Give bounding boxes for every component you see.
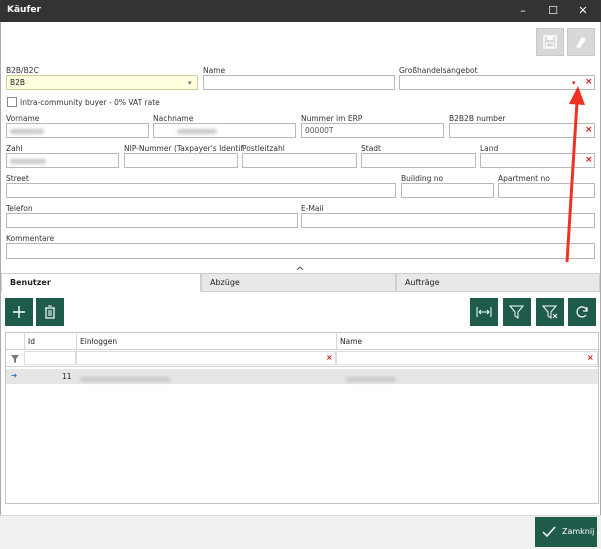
filter-id-input[interactable] bbox=[24, 351, 76, 365]
row-login-cell bbox=[80, 374, 170, 383]
wholesale-select[interactable] bbox=[399, 75, 595, 90]
minimize-button[interactable]: – bbox=[510, 2, 536, 20]
intra-community-checkbox[interactable] bbox=[7, 97, 17, 107]
grid-header: Id Einloggen Name bbox=[6, 333, 598, 350]
refresh-button[interactable] bbox=[568, 298, 596, 326]
splitter[interactable] bbox=[1, 264, 600, 272]
table-row[interactable]: ➔ 11 bbox=[6, 369, 598, 384]
chevron-up-icon bbox=[296, 266, 304, 271]
nachname-input[interactable] bbox=[153, 123, 296, 138]
tab-auftraege[interactable]: Aufträge bbox=[396, 273, 600, 292]
land-clear-icon[interactable]: × bbox=[585, 155, 593, 165]
filter-row-icon bbox=[11, 355, 19, 363]
filter-name-input[interactable] bbox=[336, 351, 598, 365]
trash-icon bbox=[45, 305, 55, 319]
apartment-input[interactable] bbox=[498, 183, 595, 198]
wholesale-dropdown-icon[interactable]: ▾ bbox=[572, 79, 576, 87]
column-header-login[interactable]: Einloggen bbox=[80, 337, 117, 346]
land-select[interactable] bbox=[480, 153, 595, 168]
b2b-select[interactable]: B2B bbox=[6, 75, 198, 90]
column-header-name[interactable]: Name bbox=[340, 337, 362, 346]
close-dialog-label: Zamknij bbox=[562, 527, 595, 536]
column-header-id[interactable]: Id bbox=[28, 337, 35, 346]
window-title: Käufer bbox=[7, 5, 41, 15]
row-id-cell: 11 bbox=[62, 372, 72, 381]
clear-form-button[interactable] bbox=[567, 28, 595, 56]
tab-abzuege[interactable]: Abzüge bbox=[201, 273, 396, 292]
email-input[interactable] bbox=[301, 213, 595, 228]
street-label: Street bbox=[6, 174, 29, 183]
refresh-icon bbox=[576, 306, 588, 318]
plus-icon bbox=[13, 306, 25, 318]
filter-login-input[interactable] bbox=[76, 351, 336, 365]
apartment-label: Apartment no bbox=[498, 174, 550, 183]
tab-auftraege-label: Aufträge bbox=[405, 278, 440, 287]
plz-input[interactable] bbox=[242, 153, 357, 168]
filter-icon bbox=[508, 305, 525, 319]
title-bar: Käufer – ☐ ✕ bbox=[0, 0, 601, 22]
clear-filter-button[interactable] bbox=[536, 298, 564, 326]
b2b2b-clear-icon[interactable]: × bbox=[585, 125, 593, 135]
stadt-input[interactable] bbox=[361, 153, 476, 168]
close-dialog-button[interactable]: Zamknij bbox=[535, 517, 597, 547]
filter-button[interactable] bbox=[503, 298, 531, 326]
dialog-body: B2B/B2C B2B ▾ Name Großhandelsangebot ▾ … bbox=[0, 22, 601, 549]
erp-value: 00000T bbox=[305, 126, 334, 135]
land-label: Land bbox=[480, 144, 499, 153]
close-button[interactable]: ✕ bbox=[570, 2, 596, 20]
zahl-label: Zahl bbox=[6, 144, 23, 153]
fit-columns-button[interactable] bbox=[470, 298, 498, 326]
clear-filter-icon bbox=[541, 305, 558, 319]
tab-benutzer-label: Benutzer bbox=[10, 278, 51, 287]
fit-columns-icon bbox=[476, 307, 492, 317]
stadt-label: Stadt bbox=[361, 144, 381, 153]
checkmark-icon bbox=[542, 526, 556, 538]
plz-label: Postleitzahl bbox=[242, 144, 285, 153]
wholesale-label: Großhandelsangebot bbox=[399, 66, 478, 75]
maximize-button[interactable]: ☐ bbox=[540, 2, 566, 20]
building-input[interactable] bbox=[401, 183, 494, 198]
current-row-arrow-icon: ➔ bbox=[11, 371, 18, 380]
kommentare-label: Kommentare bbox=[6, 234, 55, 243]
email-label: E-Mail bbox=[301, 204, 324, 213]
b2b2b-input[interactable] bbox=[449, 123, 595, 138]
grid-filter-row: × × bbox=[6, 350, 598, 367]
kommentare-input[interactable] bbox=[6, 243, 595, 259]
nip-label: NIP-Nummer (Taxpayer's Identif bbox=[124, 144, 244, 153]
name-label: Name bbox=[203, 66, 226, 75]
b2b-label: B2B/B2C bbox=[6, 66, 39, 75]
footer bbox=[0, 515, 601, 549]
intra-community-label: Intra-community buyer - 0% VAT rate bbox=[20, 98, 160, 107]
row-name-cell bbox=[346, 374, 396, 383]
vorname-label: Vorname bbox=[6, 114, 40, 123]
name-input[interactable] bbox=[203, 75, 395, 90]
tab-benutzer[interactable]: Benutzer bbox=[1, 273, 201, 292]
b2b-value: B2B bbox=[10, 78, 26, 87]
nip-input[interactable] bbox=[124, 153, 238, 168]
wholesale-clear-icon[interactable]: × bbox=[585, 77, 593, 87]
telefon-input[interactable] bbox=[6, 213, 298, 228]
vorname-input[interactable] bbox=[6, 123, 149, 138]
users-grid: Id Einloggen Name × × ➔ 11 bbox=[5, 332, 599, 504]
nachname-label: Nachname bbox=[153, 114, 194, 123]
save-button[interactable] bbox=[536, 28, 564, 56]
filter-login-clear-icon[interactable]: × bbox=[326, 353, 333, 362]
zahl-input[interactable] bbox=[6, 153, 119, 168]
save-icon bbox=[543, 35, 557, 49]
street-input[interactable] bbox=[6, 183, 396, 198]
building-label: Building no bbox=[401, 174, 444, 183]
telefon-label: Telefon bbox=[6, 204, 33, 213]
add-user-button[interactable] bbox=[5, 298, 33, 326]
tab-abzuege-label: Abzüge bbox=[210, 278, 240, 287]
b2b-dropdown-icon[interactable]: ▾ bbox=[188, 79, 192, 87]
delete-user-button[interactable] bbox=[36, 298, 64, 326]
filter-name-clear-icon[interactable]: × bbox=[587, 353, 594, 362]
b2b2b-label: B2B2B number bbox=[449, 114, 506, 123]
erp-label: Nummer im ERP bbox=[301, 114, 363, 123]
erp-input[interactable]: 00000T bbox=[301, 123, 444, 138]
eraser-icon bbox=[576, 37, 586, 48]
